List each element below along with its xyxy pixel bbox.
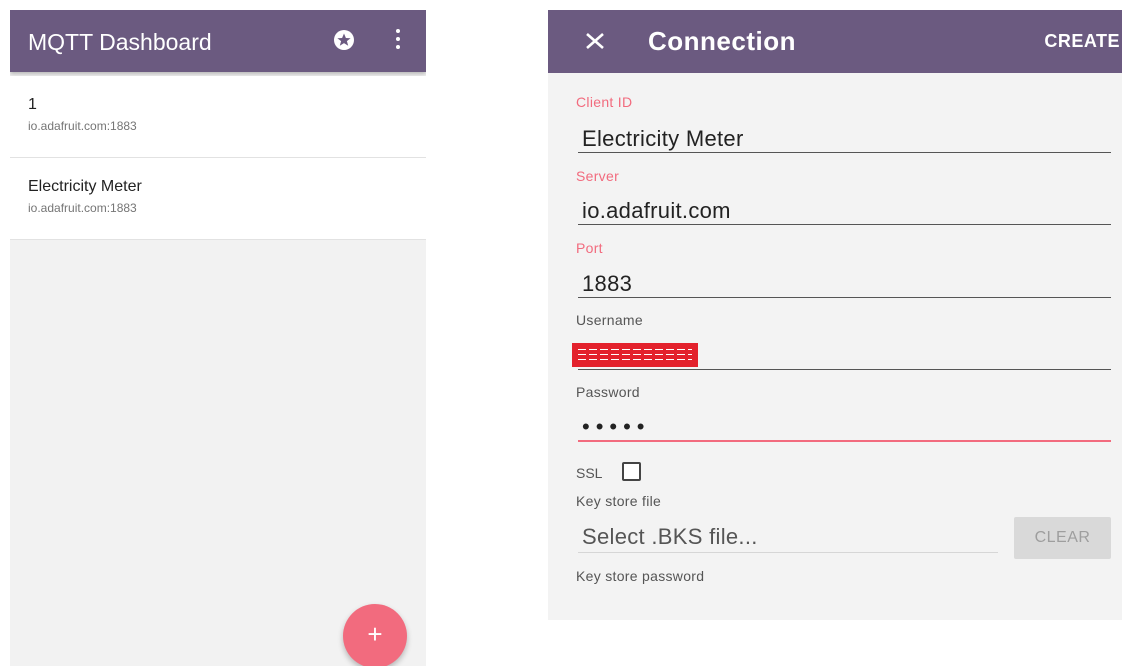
connection-server: io.adafruit.com:1883 [28,119,137,133]
connection-app-bar: Connection CREATE [548,10,1122,73]
server-input[interactable]: io.adafruit.com [582,198,731,224]
client-id-underline [578,152,1111,153]
password-input[interactable]: ••••• [582,414,651,440]
connection-name: Electricity Meter [28,178,142,195]
connection-list-item[interactable]: Electricity Meter io.adafruit.com:1883 [10,158,426,240]
ssl-label: SSL [576,465,603,481]
star-circle-icon[interactable] [333,29,355,51]
key-store-file-label: Key store file [576,493,662,509]
dashboard-screen: MQTT Dashboard 1 io.adafruit.com:1883 El… [10,10,426,666]
server-label: Server [576,168,620,184]
key-store-file-input[interactable]: Select .BKS file... [582,524,758,550]
port-label: Port [576,240,603,256]
username-input-redacted[interactable] [572,343,698,367]
password-label: Password [576,384,640,400]
client-id-label: Client ID [576,94,633,110]
key-store-file-underline [578,552,998,553]
clear-button[interactable]: CLEAR [1014,517,1111,559]
client-id-input[interactable]: Electricity Meter [582,126,744,152]
password-underline [578,440,1111,442]
dashboard-title: MQTT Dashboard [28,29,212,55]
add-connection-button[interactable]: + [343,604,407,666]
username-underline [578,369,1111,370]
server-underline [578,224,1111,225]
connection-name: 1 [28,96,37,113]
port-underline [578,297,1111,298]
plus-icon: + [367,619,383,649]
connection-server: io.adafruit.com:1883 [28,201,137,215]
connection-title: Connection [648,26,796,56]
ssl-checkbox[interactable] [622,462,641,481]
port-input[interactable]: 1883 [582,271,632,297]
connection-form-screen: Connection CREATE Client ID Electricity … [548,10,1122,620]
connection-list-item[interactable]: 1 io.adafruit.com:1883 [10,76,426,158]
dashboard-app-bar: MQTT Dashboard [10,10,426,72]
close-icon[interactable] [582,27,610,55]
create-button[interactable]: CREATE [1044,31,1120,52]
username-label: Username [576,312,643,328]
key-store-password-label: Key store password [576,568,705,584]
more-vertical-icon[interactable] [394,29,402,51]
